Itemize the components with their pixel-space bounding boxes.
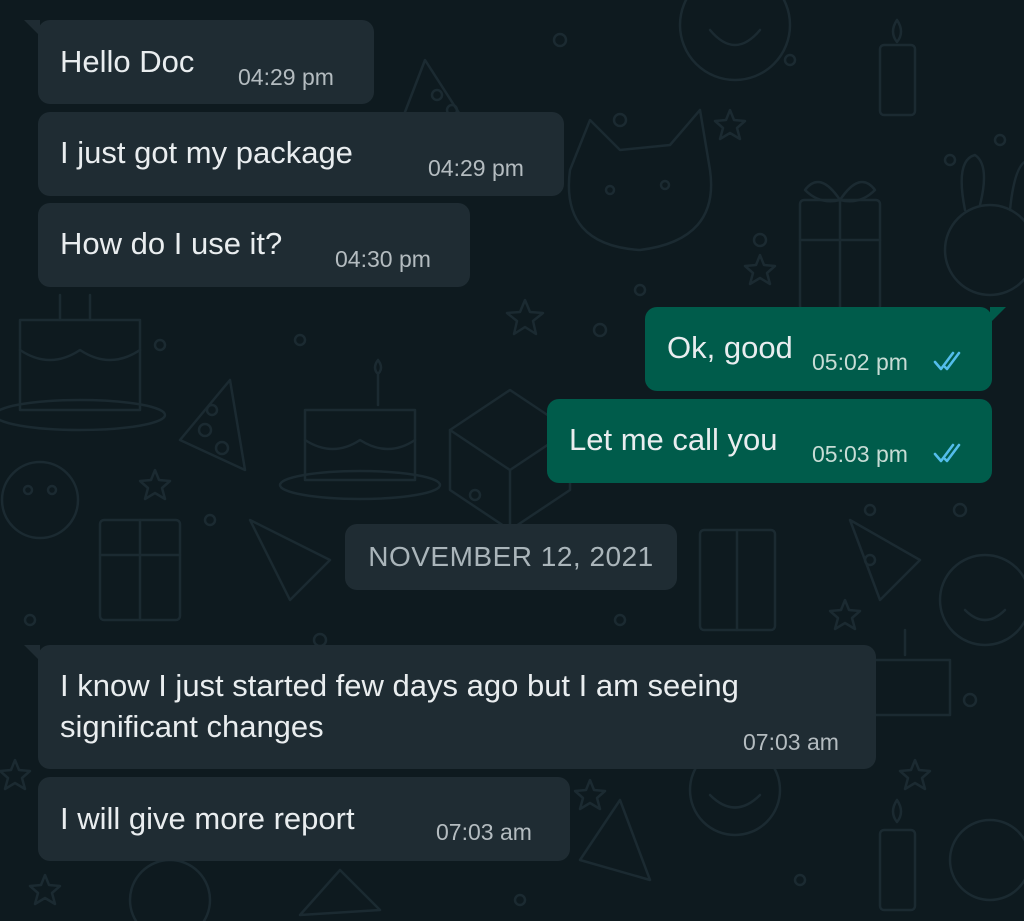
message-text: How do I use it? — [60, 226, 283, 261]
incoming-message-bubble[interactable]: I know I just started few days ago but I… — [24, 645, 876, 769]
message-timestamp: 04:29 pm — [428, 155, 524, 181]
double-check-read-icon — [933, 443, 961, 463]
message-text-line: I know I just started few days ago but I… — [60, 668, 739, 703]
message-timestamp: 04:29 pm — [238, 64, 334, 90]
outgoing-message-bubble[interactable]: Ok, good 05:02 pm — [645, 307, 1006, 391]
message-text: I just got my package — [60, 135, 353, 170]
message-timestamp: 05:03 pm — [812, 441, 908, 467]
incoming-message-bubble[interactable]: I will give more report 07:03 am — [38, 777, 570, 861]
message-text: Let me call you — [569, 422, 778, 457]
conversation-view[interactable]: Hello Doc 04:29 pm I just got my package… — [0, 0, 1024, 921]
message-text-line: significant changes — [60, 709, 324, 744]
bubble-tail — [24, 645, 40, 661]
message-timestamp: 05:02 pm — [812, 349, 908, 375]
outgoing-message-bubble[interactable]: Let me call you 05:03 pm — [547, 399, 992, 483]
message-timestamp: 04:30 pm — [335, 246, 431, 272]
message-timestamp: 07:03 am — [436, 819, 532, 845]
date-divider: NOVEMBER 12, 2021 — [345, 524, 677, 590]
bubble-tail — [990, 307, 1006, 323]
message-text: Hello Doc — [60, 44, 195, 79]
incoming-message-bubble[interactable]: How do I use it? 04:30 pm — [38, 203, 470, 287]
message-timestamp: 07:03 am — [743, 729, 839, 755]
double-check-read-icon — [933, 351, 961, 371]
incoming-message-bubble[interactable]: I just got my package 04:29 pm — [38, 112, 564, 196]
bubble-tail — [24, 20, 40, 36]
message-text: I will give more report — [60, 801, 355, 836]
message-text: Ok, good — [667, 330, 793, 365]
incoming-message-bubble[interactable]: Hello Doc 04:29 pm — [24, 20, 374, 104]
